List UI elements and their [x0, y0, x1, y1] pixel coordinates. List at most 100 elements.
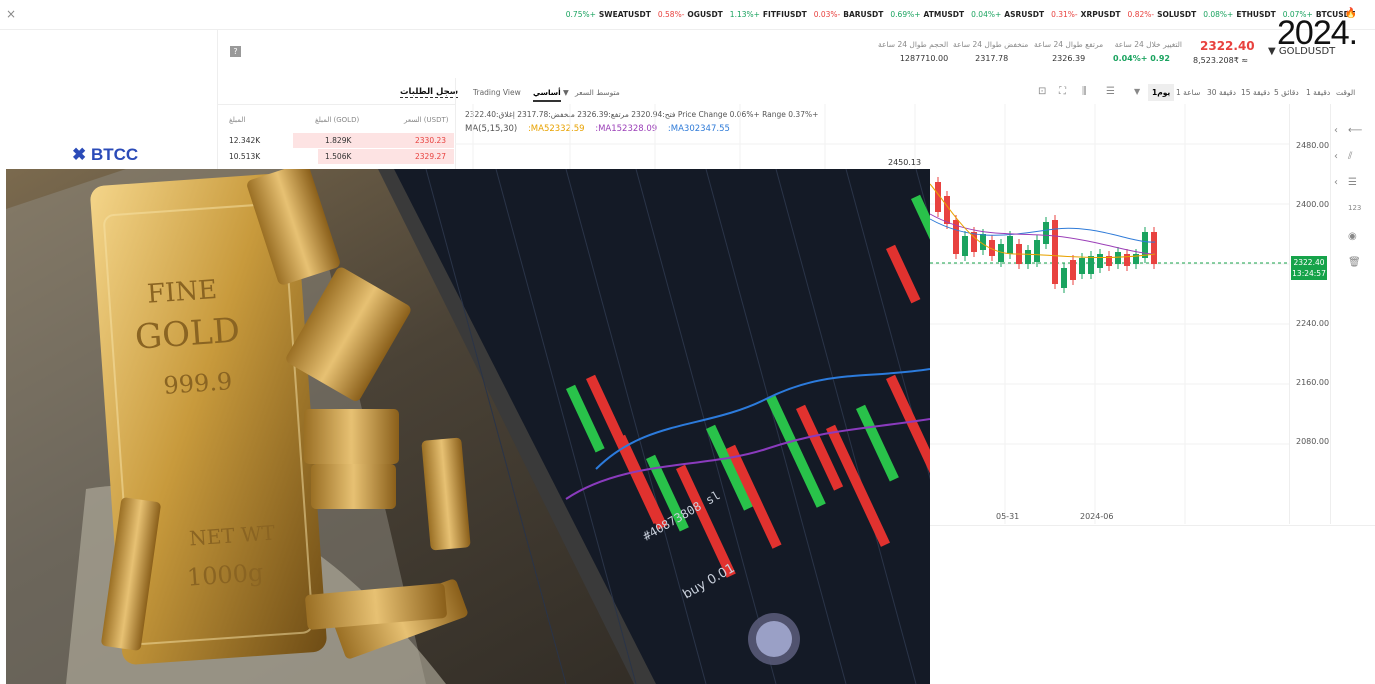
tab-avg-price[interactable]: متوسط السعر [575, 88, 620, 97]
candle-body [1070, 260, 1076, 280]
candle-body [944, 196, 950, 224]
candle-body [1079, 258, 1085, 274]
trend-line-icon[interactable]: ⫽ [1348, 151, 1352, 162]
svg-text:GOLD: GOLD [134, 310, 241, 357]
ticker-item[interactable]: 0.82%- SOLUSDT [1128, 10, 1197, 19]
stat-label: مرتفع طوال 24 ساعة [1034, 40, 1104, 49]
candle-body [962, 236, 968, 256]
stat-low: منخفض طوال 24 ساعة 2317.78 [953, 40, 1028, 63]
candle-type-icon[interactable]: ⫼ [1082, 86, 1087, 97]
symbol-label: GOLDUSDT [1278, 46, 1336, 57]
ticker-item[interactable]: 0.58%- OGUSDT [658, 10, 723, 19]
ticker-symbol: ETHUSDT [1236, 10, 1276, 19]
btcc-logo: ✖ BTCC [72, 145, 139, 164]
y-tick: 2400.00 [1296, 200, 1330, 209]
x-axis-line [930, 525, 1375, 526]
help-icon[interactable]: ? [230, 46, 241, 57]
ticker-item[interactable]: 0.03%- BARUSDT [814, 10, 884, 19]
ticker-bar: × 0.75%+ SWEATUSDT 0.58%- OGUSDT 1.13%+ FITFI… [0, 0, 1375, 30]
ticker-item[interactable]: 0.04%+ ASRUSDT [971, 10, 1044, 19]
ticker-symbol: OGUSDT [687, 10, 723, 19]
chevron-left-icon[interactable]: ‹ [1334, 177, 1338, 188]
timeframe-5m[interactable]: 5 دقائق [1274, 88, 1299, 97]
ticker-symbol: SOLUSDT [1157, 10, 1197, 19]
divider [218, 104, 456, 105]
ticker-item[interactable]: 0.31%- XRPUSDT [1051, 10, 1120, 19]
candle-body [1142, 232, 1148, 258]
measure-icon[interactable]: 123 [1348, 204, 1361, 212]
ob-cell-qty: 1.829K [325, 136, 352, 145]
last-price-value: 2322.40 [1293, 258, 1325, 267]
chevron-down-icon[interactable]: ▼ [1134, 87, 1140, 96]
candle-body [1061, 268, 1067, 288]
timeframe-1m[interactable]: 1 دقيقة [1306, 88, 1330, 97]
fib-icon[interactable]: ☰ [1348, 177, 1357, 188]
timeframe-1h[interactable]: 1 ساعة [1176, 88, 1200, 97]
settings-icon[interactable]: ☰ [1106, 86, 1115, 97]
stat-value: 2326.39 [1052, 54, 1086, 63]
y-axis-line [1289, 104, 1290, 524]
ob-cell-price: 2329.27 [415, 152, 447, 161]
stat-change: التغيير خلال 24 ساعة 0.04%+ 0.92 [1113, 40, 1182, 63]
ob-header-price: السعر (USDT) [404, 116, 449, 124]
divider [1330, 104, 1331, 524]
y-tick: 2240.00 [1296, 319, 1330, 328]
x-tick: 05-31 [996, 512, 1020, 521]
ticker-symbol: ASRUSDT [1004, 10, 1045, 19]
stat-label: التغيير خلال 24 ساعة [1114, 40, 1182, 49]
stat-value: 0.04%+ 0.92 [1113, 54, 1170, 63]
ticker-change: 1.13%+ [729, 10, 760, 19]
last-price-tag: 2322.40 13:24:57 [1291, 256, 1327, 280]
ticker-list: 0.75%+ SWEATUSDT 0.58%- OGUSDT 1.13%+ FITFIUS… [566, 10, 1355, 19]
photo-illustration: #40873808 sl buy 0.01 FINE GOLD 999.9 NE… [6, 169, 930, 684]
trash-icon[interactable]: 🗑 [1348, 257, 1361, 268]
order-book-row[interactable]: 12.342K 1.829K 2330.23 [220, 133, 454, 148]
chevron-left-icon[interactable]: ‹ [1334, 151, 1338, 162]
timeframe-1d[interactable]: 1يوم [1148, 84, 1175, 101]
timeframe-30m[interactable]: 30 دقيقة [1207, 88, 1236, 97]
ob-cell-price: 2330.23 [415, 136, 447, 145]
candle-body [1034, 240, 1040, 262]
ticker-change: 0.04%+ [971, 10, 1002, 19]
ticker-change: 0.08%+ [1203, 10, 1234, 19]
ticker-change: 0.82%- [1127, 10, 1155, 19]
tab-tradingview[interactable]: Trading View [473, 88, 521, 97]
ticker-item[interactable]: 1.13%+ FITFIUSDT [730, 10, 807, 19]
tab-basic[interactable]: أساسي [533, 88, 561, 102]
horizontal-line-icon[interactable]: ⟵ [1348, 125, 1362, 136]
ticker-change: 0.75%+ [565, 10, 596, 19]
svg-text:FINE: FINE [146, 275, 218, 310]
high-marker: 2450.13 [888, 158, 922, 167]
ticker-symbol: XRPUSDT [1080, 10, 1121, 19]
symbol-selector[interactable]: ▼ GOLDUSDT [1268, 46, 1335, 57]
stat-high: مرتفع طوال 24 ساعة 2326.39 [1034, 40, 1103, 63]
ob-cell-qty: 1.506K [325, 152, 352, 161]
y-tick: 2160.00 [1296, 378, 1330, 387]
candle-body [1043, 222, 1049, 244]
close-icon[interactable]: × [6, 7, 16, 21]
order-book-row[interactable]: 10.513K 1.506K 2329.27 [220, 149, 454, 164]
order-book-title: سجل الطلبات [400, 87, 459, 98]
candle-body [1115, 252, 1121, 264]
gold-bars-photo: #40873808 sl buy 0.01 FINE GOLD 999.9 NE… [6, 169, 930, 684]
ticker-item[interactable]: 0.69%+ ATMUSDT [890, 10, 964, 19]
candle-body [1097, 254, 1103, 268]
fullscreen-icon[interactable]: ⛶ [1059, 86, 1066, 97]
x-tick: 2024-06 [1080, 512, 1114, 521]
screenshot-icon[interactable]: ⊡ [1038, 86, 1046, 97]
price-conversion: 8,523.208₹ ≈ [1193, 56, 1249, 65]
ticker-item[interactable]: 0.75%+ SWEATUSDT [566, 10, 651, 19]
stat-label: الحجم طوال 24 ساعة [878, 40, 949, 49]
y-tick: 2080.00 [1296, 437, 1330, 446]
ob-cell-amount: 12.342K [229, 136, 261, 145]
chevron-down-icon: ▼ [1268, 46, 1276, 57]
current-price: 2322.40 [1200, 39, 1255, 53]
stat-label: منخفض طوال 24 ساعة [953, 40, 1029, 49]
ticker-item[interactable]: 0.08%+ ETHUSDT [1203, 10, 1275, 19]
ticker-symbol: ATMUSDT [923, 10, 965, 19]
chevron-down-icon[interactable]: ▼ [563, 88, 569, 97]
ticker-symbol: SWEATUSDT [598, 10, 651, 19]
timeframe-15m[interactable]: 15 دقيقة [1241, 88, 1270, 97]
eye-icon[interactable]: ◉ [1348, 231, 1357, 242]
chevron-left-icon[interactable]: ‹ [1334, 125, 1338, 136]
